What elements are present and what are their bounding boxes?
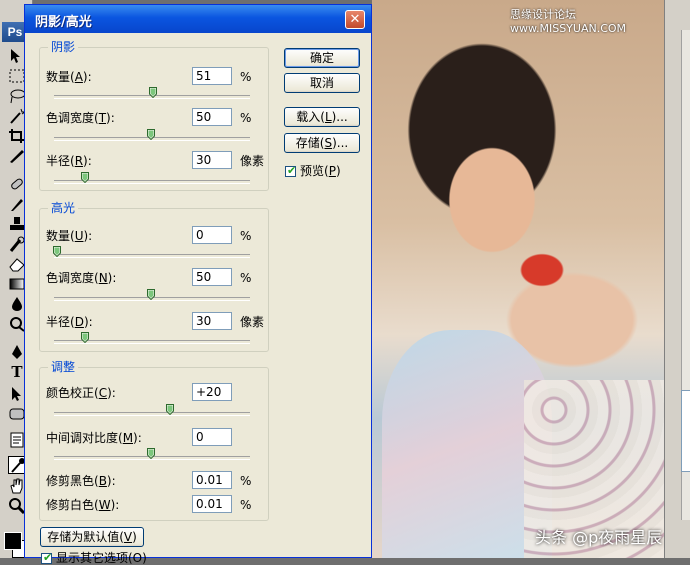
highlight-amount-input[interactable]: 0 [192,226,232,244]
show-more-options-label[interactable]: 显示其它选项(O) [56,551,147,565]
load-button[interactable]: 载入(L)... [284,107,360,127]
author-watermark: 头条 @p夜雨星辰 [535,528,663,547]
slider-thumb-icon[interactable] [166,404,174,415]
dialog-titlebar[interactable]: 阴影/高光 ✕ [25,5,371,33]
slider-thumb-icon[interactable] [147,289,155,300]
midtone-contrast-label: 中间调对比度(M): [46,431,142,445]
highlight-amount-unit: % [240,229,252,243]
right-panel [664,0,690,558]
midtone-contrast-input[interactable]: 0 [192,428,232,446]
white-clip-label: 修剪白色(W): [46,498,120,512]
shadow-amount-unit: % [240,70,252,84]
highlight-tonal-width-input[interactable]: 50 [192,268,232,286]
shadow-tonal-width-input[interactable]: 50 [192,108,232,126]
highlight-tonal-width-label: 色调宽度(N): [46,271,117,285]
black-clip-input[interactable]: 0.01 [192,471,232,489]
slider-thumb-icon[interactable] [53,246,61,257]
ok-button[interactable]: 确定 [284,48,360,68]
white-clip-input[interactable]: 0.01 [192,495,232,513]
cancel-button[interactable]: 取消 [284,73,360,93]
shadow-amount-label: 数量(A): [46,70,92,84]
panel-list[interactable] [681,390,690,472]
white-clip-unit: % [240,498,252,512]
highlight-amount-slider[interactable] [54,254,250,258]
checkmark-icon: ✔ [287,164,297,177]
shadow-tonal-width-label: 色调宽度(T): [46,111,115,125]
show-more-options-checkbox[interactable]: ✔ [41,551,52,564]
adjustments-legend: 调整 [48,360,79,374]
black-clip-unit: % [240,474,252,488]
shadow-highlight-dialog: 阴影/高光 ✕ 阴影 数量(A): 51 % 色调宽度(T): 50 % 半径(… [24,4,372,565]
slider-thumb-icon[interactable] [81,332,89,343]
slider-thumb-icon[interactable] [147,129,155,140]
save-as-default-button[interactable]: 存储为默认值(V) [40,527,144,547]
adjustments-group: 调整 颜色校正(C): +20 中间调对比度(M): 0 修剪黑色(B): 0.… [39,360,269,521]
preview-checkbox[interactable]: ✔ [285,164,297,177]
slider-thumb-icon[interactable] [149,87,157,98]
save-button[interactable]: 存储(S)... [284,133,360,153]
shadows-group: 阴影 数量(A): 51 % 色调宽度(T): 50 % 半径(R): 30 像… [39,40,269,191]
foreground-color-swatch[interactable] [4,532,22,550]
highlight-radius-input[interactable]: 30 [192,312,232,330]
site-watermark: 思缘设计论坛 www.MISSYUAN.COM [510,8,627,35]
shadow-radius-input[interactable]: 30 [192,151,232,169]
color-correction-slider[interactable] [54,412,250,416]
slider-thumb-icon[interactable] [81,172,89,183]
preview-label[interactable]: 预览(P) [300,164,341,178]
shadows-legend: 阴影 [48,40,79,54]
highlights-group: 高光 数量(U): 0 % 色调宽度(N): 50 % 半径(D): 30 像素 [39,201,269,352]
highlight-radius-label: 半径(D): [46,315,93,329]
highlight-tonal-width-unit: % [240,271,252,285]
color-correction-label: 颜色校正(C): [46,386,116,400]
shadow-amount-input[interactable]: 51 [192,67,232,85]
shadow-tonal-width-unit: % [240,111,252,125]
close-button[interactable]: ✕ [345,10,365,29]
shadow-radius-unit: 像素 [240,154,265,168]
photo-canvas[interactable] [372,0,664,558]
shadow-radius-label: 半径(R): [46,154,92,168]
highlight-amount-label: 数量(U): [46,229,93,243]
dialog-title: 阴影/高光 [35,15,92,30]
black-clip-label: 修剪黑色(B): [46,474,116,488]
slider-thumb-icon[interactable] [147,448,155,459]
highlights-legend: 高光 [48,201,79,215]
color-correction-input[interactable]: +20 [192,383,232,401]
highlight-radius-unit: 像素 [240,315,265,329]
